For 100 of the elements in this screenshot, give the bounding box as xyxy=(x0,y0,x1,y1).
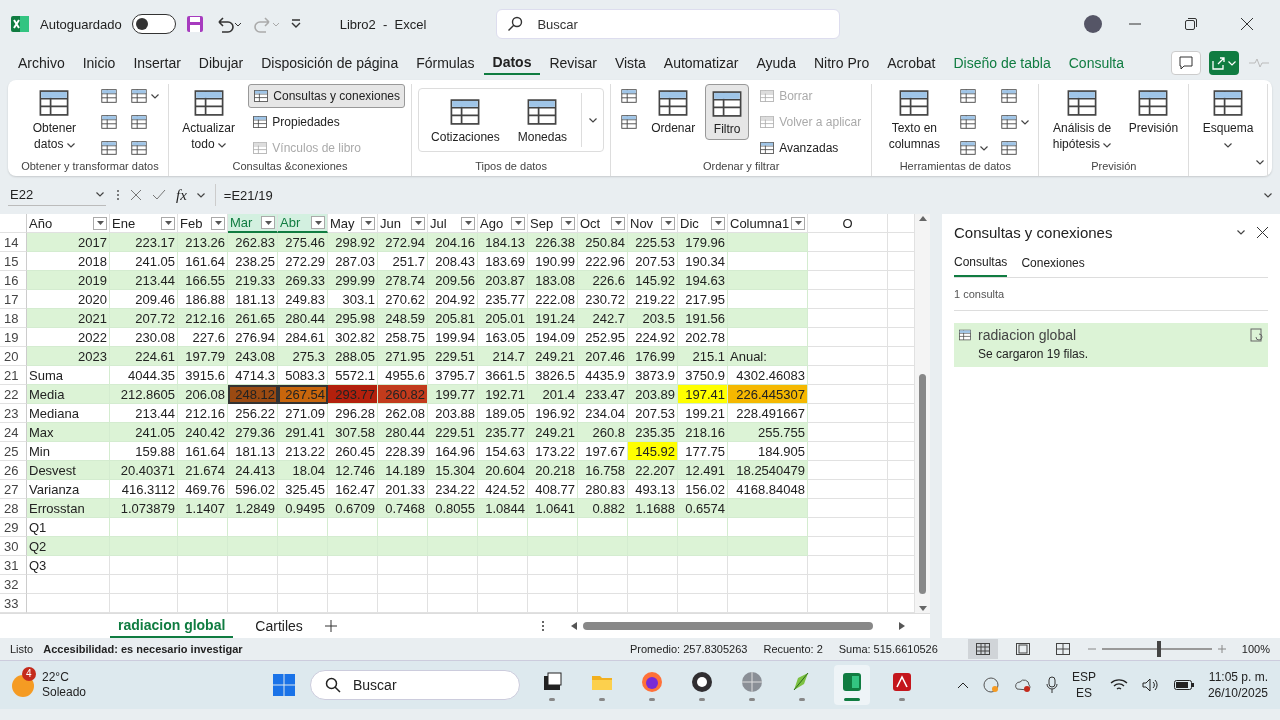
vertical-scrollbar[interactable] xyxy=(919,373,926,594)
zoom-level[interactable]: 100% xyxy=(1241,643,1270,655)
filter-dropdown-icon[interactable] xyxy=(93,216,107,230)
scroll-right-icon[interactable] xyxy=(899,622,905,630)
menu-tab[interactable]: Automatizar xyxy=(654,50,748,76)
menu-tab[interactable]: Inicio xyxy=(73,50,125,76)
ribbon-button[interactable]: Esquema xyxy=(1195,84,1261,154)
column-header[interactable]: May xyxy=(328,214,378,233)
column-header[interactable]: Ago xyxy=(478,214,528,233)
menu-tab[interactable]: Nitro Pro xyxy=(804,50,879,76)
ribbon-button[interactable]: Análisis de hipótesis xyxy=(1045,84,1119,154)
column-header[interactable]: Feb xyxy=(178,214,228,233)
language-indicator[interactable]: ESP ES xyxy=(1071,669,1096,701)
sheet-tab[interactable]: Cartiles xyxy=(247,615,311,637)
filter-dropdown-icon[interactable] xyxy=(411,216,425,230)
ribbon-button[interactable]: Propiedades xyxy=(248,110,406,134)
menu-tab[interactable]: Dibujar xyxy=(189,50,253,76)
scroll-up-icon[interactable] xyxy=(918,216,927,221)
filter-dropdown-icon[interactable] xyxy=(511,216,525,230)
weather-icon[interactable] xyxy=(12,675,34,697)
clock[interactable]: 11:05 p. m. 26/10/2025 xyxy=(1207,669,1268,701)
cloud-icon[interactable] xyxy=(1013,676,1032,694)
search-bar[interactable]: Buscar xyxy=(496,9,841,39)
search-field[interactable]: Buscar xyxy=(535,15,820,33)
ribbon-button[interactable]: Monedas xyxy=(513,93,572,147)
ribbon-button[interactable]: Texto en columnas xyxy=(878,84,951,154)
menu-tab[interactable]: Consulta xyxy=(1059,50,1133,76)
filter-dropdown-icon[interactable] xyxy=(711,216,725,230)
ribbon-button[interactable]: Cotizaciones xyxy=(427,93,504,147)
enter-icon[interactable] xyxy=(152,189,166,201)
insert-function-button[interactable]: fx xyxy=(176,186,187,204)
filter-dropdown-icon[interactable] xyxy=(661,216,675,230)
start-icon[interactable] xyxy=(272,673,296,697)
panel-tab[interactable]: Conexiones xyxy=(1021,255,1085,277)
column-header[interactable]: Abr xyxy=(278,214,328,233)
filter-dropdown-icon[interactable] xyxy=(211,216,225,230)
menu-tab[interactable]: Disposición de página xyxy=(252,50,408,76)
ribbon-button[interactable]: Avanzadas xyxy=(755,136,866,160)
column-header[interactable]: Jun xyxy=(378,214,428,233)
zoom-thumb[interactable] xyxy=(1156,641,1161,657)
menu-tab[interactable]: Datos xyxy=(483,51,541,75)
ribbon-button[interactable]: Previsión xyxy=(1124,84,1183,138)
column-header[interactable]: Sep xyxy=(528,214,578,233)
ribbon-button[interactable]: Filtro xyxy=(705,84,750,140)
menu-tab[interactable]: Diseño de tabla xyxy=(944,50,1060,76)
column-header[interactable]: Nov xyxy=(628,214,678,233)
filter-dropdown-icon[interactable] xyxy=(261,216,275,229)
more-icon[interactable] xyxy=(541,620,545,632)
filter-dropdown-icon[interactable] xyxy=(611,216,625,230)
taskbar-search-bar[interactable]: Buscar xyxy=(310,670,520,700)
column-header[interactable]: Mar xyxy=(228,214,278,233)
comments-button[interactable] xyxy=(1171,51,1201,75)
refresh-icon[interactable] xyxy=(1250,328,1264,342)
scroll-down-icon[interactable] xyxy=(918,606,927,611)
ribbon-button[interactable]: Actualizar todo xyxy=(174,84,243,154)
menu-tab[interactable]: Insertar xyxy=(124,50,190,76)
filter-dropdown-icon[interactable] xyxy=(561,216,575,230)
query-item[interactable]: radiacion global Se cargaron 19 filas. xyxy=(954,323,1268,367)
share-button[interactable] xyxy=(1209,51,1239,75)
filter-dropdown-icon[interactable] xyxy=(361,216,375,230)
wifi-icon[interactable] xyxy=(1109,678,1128,692)
column-header[interactable]: Dic xyxy=(678,214,728,233)
column-header[interactable]: Jul xyxy=(428,214,478,233)
horizontal-scrollbar[interactable] xyxy=(583,622,873,630)
column-header[interactable]: O xyxy=(808,214,888,233)
autosave-toggle[interactable] xyxy=(131,14,176,34)
menu-tab[interactable]: Vista xyxy=(605,50,655,76)
sync-icon[interactable] xyxy=(981,676,1000,694)
filter-dropdown-icon[interactable] xyxy=(791,216,805,230)
filter-dropdown-icon[interactable] xyxy=(161,216,175,230)
battery-icon[interactable] xyxy=(1173,680,1194,690)
cancel-icon[interactable] xyxy=(130,189,142,201)
menu-tab[interactable]: Ayuda xyxy=(747,50,805,76)
avatar-icon[interactable] xyxy=(1084,15,1102,33)
column-header[interactable]: Oct xyxy=(578,214,628,233)
menu-tab[interactable]: Acrobat xyxy=(878,50,945,76)
name-box[interactable]: E22 xyxy=(8,184,106,206)
menu-tab[interactable]: Revisar xyxy=(540,50,606,76)
accessibility-status[interactable]: Accesibilidad: es necesario investigar xyxy=(43,643,243,655)
panel-tab[interactable]: Consultas xyxy=(954,255,1008,277)
close-icon[interactable] xyxy=(1257,227,1268,238)
menu-tab[interactable]: Fórmulas xyxy=(407,50,484,76)
ribbon-button[interactable]: Consultas y conexiones xyxy=(248,84,406,108)
customize-icon[interactable] xyxy=(289,18,302,30)
menu-tab[interactable]: Archivo xyxy=(9,50,74,76)
ribbon-button[interactable]: Ordenar xyxy=(647,84,700,138)
column-header[interactable]: Año xyxy=(27,214,110,233)
add-sheet-icon[interactable] xyxy=(324,620,337,632)
chevron-up-icon[interactable] xyxy=(957,682,968,688)
speaker-icon[interactable] xyxy=(1141,678,1160,692)
column-header[interactable]: Ene xyxy=(110,214,178,233)
save-icon[interactable] xyxy=(185,15,204,33)
filter-dropdown-icon[interactable] xyxy=(311,216,325,229)
search-field[interactable]: Buscar xyxy=(351,676,505,694)
microphone-icon[interactable] xyxy=(1045,676,1058,694)
column-header[interactable]: Columna1 xyxy=(728,214,808,233)
view-button[interactable] xyxy=(967,639,998,659)
filter-dropdown-icon[interactable] xyxy=(461,216,475,230)
ribbon-button[interactable]: Obtener datos xyxy=(18,84,91,154)
scroll-left-icon[interactable] xyxy=(571,622,577,630)
